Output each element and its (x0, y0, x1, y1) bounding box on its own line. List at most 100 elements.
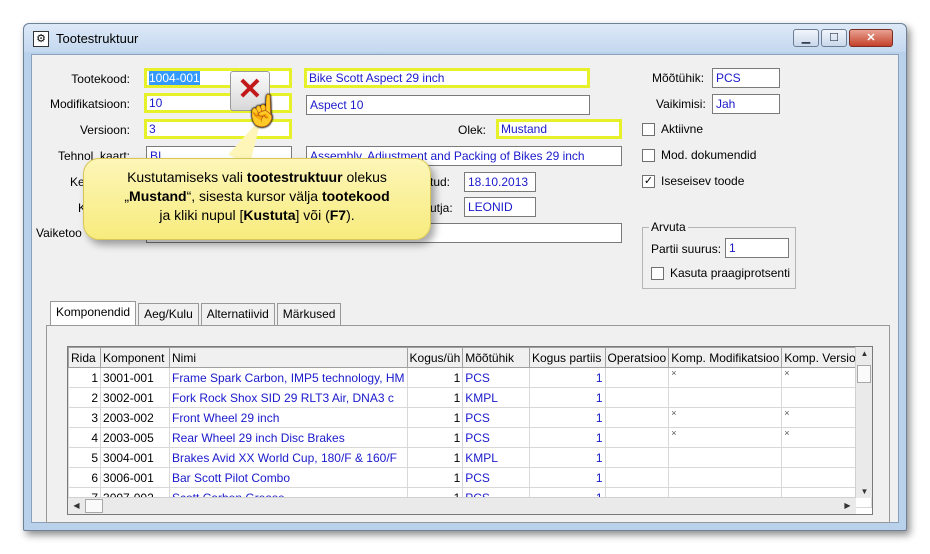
partii-suurus-input[interactable]: 1 (725, 238, 789, 258)
tab-markused[interactable]: Märkused (276, 303, 342, 325)
cell-komp-modifikatsioon[interactable] (668, 447, 783, 468)
close-button[interactable]: ✕ (849, 29, 893, 47)
cell-kogus-partiis[interactable]: 1 (528, 447, 606, 468)
cell-operatsioon[interactable] (604, 467, 670, 488)
cell-komp-modifikatsioon[interactable]: × (668, 367, 783, 388)
col-komp-modifikatsioon[interactable]: Komp. Modifikatsioo (668, 347, 783, 368)
tooltip-line-1: Kustutamiseks vali tootestruktuur olekus (127, 169, 387, 185)
tootekood-name-field[interactable]: Bike Scott Aspect 29 inch (304, 68, 590, 88)
cell-kogus-partiis[interactable]: 1 (528, 427, 606, 448)
table-row[interactable]: 5 3004-001 Brakes Avid XX World Cup, 180/F… (68, 447, 872, 468)
checkmark-icon[interactable]: ✓ (642, 174, 655, 188)
table-row[interactable]: 6 3006-001 Bar Scott Pilot Combo 1 PCS 1 (68, 467, 872, 488)
scroll-down-icon[interactable]: ▼ (856, 487, 872, 496)
hand-cursor-icon: ☝ (244, 95, 282, 128)
tab-komponendid[interactable]: Komponendid (50, 301, 137, 325)
cell-rida[interactable]: 4 (68, 427, 102, 448)
tab-aeg-kulu[interactable]: Aeg/Kulu (138, 303, 199, 325)
cell-komponent[interactable]: 2003-005 (100, 427, 170, 448)
kasuta-praagiprotsenti-checkbox[interactable]: Kasuta praagiprotsenti (651, 266, 790, 280)
vertical-scroll-thumb[interactable] (857, 365, 871, 383)
cell-kogus[interactable]: 1 (406, 407, 464, 428)
cell-kogus[interactable]: 1 (406, 467, 464, 488)
kinnitatud-date-input[interactable]: 18.10.2013 (464, 172, 536, 192)
vaikimisi-input[interactable]: Jah (712, 94, 780, 114)
cell-komponent[interactable]: 3006-001 (100, 467, 170, 488)
cell-komponent[interactable]: 2003-002 (100, 407, 170, 428)
cell-mootuhik[interactable]: PCS (462, 467, 530, 488)
table-row[interactable]: 2 3002-001 Fork Rock Shox SID 29 RLT3 Air,… (68, 387, 872, 408)
cell-kogus-partiis[interactable]: 1 (528, 407, 606, 428)
col-kogus-uh[interactable]: Kogus/üh (406, 347, 464, 368)
mootuhik-label: Mõõtühik: (652, 71, 705, 85)
cell-operatsioon[interactable] (604, 387, 670, 408)
cell-komp-modifikatsioon[interactable]: × (668, 427, 783, 448)
scroll-right-icon[interactable]: ▶ (839, 501, 856, 510)
aktiivne-box[interactable] (642, 122, 655, 136)
cell-operatsioon[interactable] (604, 367, 670, 388)
maximize-button[interactable]: ☐ (821, 29, 847, 47)
cell-nimi[interactable]: Bar Scott Pilot Combo (168, 467, 408, 488)
cell-kogus[interactable]: 1 (406, 447, 464, 468)
cell-mootuhik[interactable]: KMPL (462, 447, 530, 468)
cell-kogus[interactable]: 1 (406, 387, 464, 408)
cell-komp-modifikatsioon[interactable] (668, 467, 783, 488)
kinnitaja-input[interactable]: LEONID (464, 197, 536, 217)
olek-input[interactable]: Mustand (496, 119, 622, 139)
cell-mootuhik[interactable]: PCS (462, 367, 530, 388)
table-row[interactable]: 4 2003-005 Rear Wheel 29 inch Disc Brakes 1… (68, 427, 872, 448)
components-grid[interactable]: Rida Komponent Nimi Kogus/üh Mõõtühik Ko… (67, 346, 873, 515)
mod-dokumendid-box[interactable] (642, 148, 655, 162)
cell-rida[interactable]: 3 (68, 407, 102, 428)
table-row[interactable]: 3 2003-002 Front Wheel 29 inch 1 PCS 1 × × (68, 407, 872, 428)
col-rida[interactable]: Rida (68, 347, 102, 368)
cell-komp-modifikatsioon[interactable]: × (668, 407, 783, 428)
cell-nimi[interactable]: Brakes Avid XX World Cup, 180/F & 160/F (168, 447, 408, 468)
col-mootuhik[interactable]: Mõõtühik (462, 347, 530, 368)
col-komponent[interactable]: Komponent (100, 347, 170, 368)
cell-nimi[interactable]: Rear Wheel 29 inch Disc Brakes (168, 427, 408, 448)
cell-komponent[interactable]: 3002-001 (100, 387, 170, 408)
cell-kogus-partiis[interactable]: 1 (528, 467, 606, 488)
cell-komp-modifikatsioon[interactable] (668, 387, 783, 408)
col-operatsioon[interactable]: Operatsioo (604, 347, 670, 368)
title-bar[interactable]: ⚙ Tootestruktuur ▁ ☐ ✕ (24, 24, 906, 52)
olek-label: Olek: (458, 123, 487, 137)
cell-nimi[interactable]: Front Wheel 29 inch (168, 407, 408, 428)
vaiketoo-label: Vaiketoo (36, 226, 82, 240)
modifikatsioon-name-field[interactable]: Aspect 10 (306, 95, 590, 115)
scroll-up-icon[interactable]: ▲ (856, 349, 872, 358)
cell-operatsioon[interactable] (604, 407, 670, 428)
minimize-button[interactable]: ▁ (793, 29, 819, 47)
col-nimi[interactable]: Nimi (168, 347, 408, 368)
cell-kogus-partiis[interactable]: 1 (528, 387, 606, 408)
cell-nimi[interactable]: Fork Rock Shox SID 29 RLT3 Air, DNA3 c (168, 387, 408, 408)
scroll-left-icon[interactable]: ◀ (68, 501, 85, 510)
vertical-scrollbar[interactable]: ▲ ▼ (855, 347, 872, 498)
cell-kogus-partiis[interactable]: 1 (528, 367, 606, 388)
cell-operatsioon[interactable] (604, 427, 670, 448)
horizontal-scroll-thumb[interactable] (85, 499, 103, 513)
cell-operatsioon[interactable] (604, 447, 670, 468)
cell-mootuhik[interactable]: KMPL (462, 387, 530, 408)
col-kogus-partiis[interactable]: Kogus partiis (528, 347, 606, 368)
mootuhik-input[interactable]: PCS (712, 68, 780, 88)
cell-rida[interactable]: 2 (68, 387, 102, 408)
aktiivne-checkbox[interactable]: Aktiivne (642, 122, 703, 136)
tab-alternatiivid[interactable]: Alternatiivid (200, 303, 275, 325)
cell-komponent[interactable]: 3004-001 (100, 447, 170, 468)
kasuta-box[interactable] (651, 266, 664, 280)
horizontal-scrollbar[interactable]: ◀ ▶ (68, 497, 856, 514)
cell-rida[interactable]: 5 (68, 447, 102, 468)
cell-mootuhik[interactable]: PCS (462, 407, 530, 428)
iseseisev-toode-checkbox[interactable]: ✓ Iseseisev toode (642, 174, 744, 188)
cell-mootuhik[interactable]: PCS (462, 427, 530, 448)
table-row[interactable]: 1 3001-001 Frame Spark Carbon, IMP5 techno… (68, 367, 872, 388)
cell-nimi[interactable]: Frame Spark Carbon, IMP5 technology, HM (168, 367, 408, 388)
cell-rida[interactable]: 6 (68, 467, 102, 488)
cell-kogus[interactable]: 1 (406, 367, 464, 388)
cell-kogus[interactable]: 1 (406, 427, 464, 448)
cell-komponent[interactable]: 3001-001 (100, 367, 170, 388)
cell-rida[interactable]: 1 (68, 367, 102, 388)
mod-dokumendid-checkbox[interactable]: Mod. dokumendid (642, 148, 756, 162)
